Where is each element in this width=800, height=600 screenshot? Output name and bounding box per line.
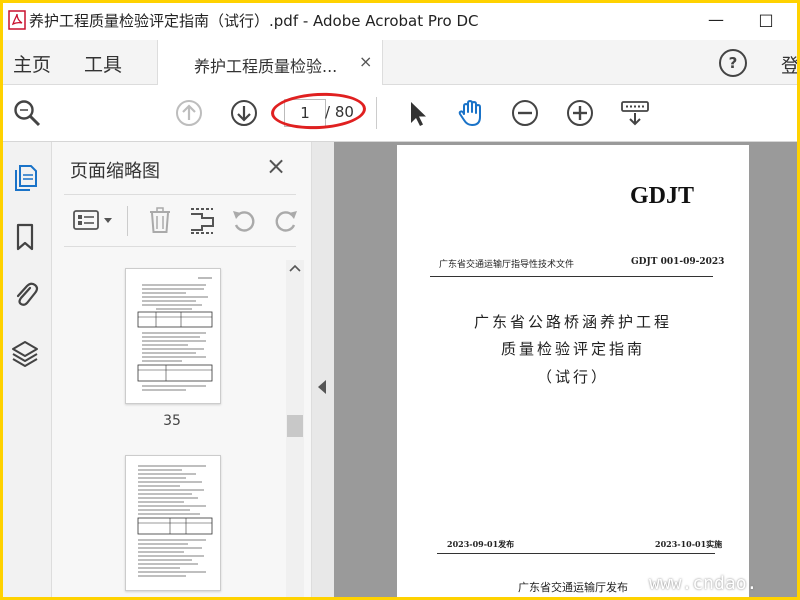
collapse-panel-arrow-icon[interactable] [318, 380, 326, 394]
acrobat-window: 养护工程质量检验评定指南（试行）.pdf - Adobe Acrobat Pro… [3, 3, 797, 597]
next-page-icon[interactable] [228, 97, 260, 129]
thumbnail-content-graphic [137, 465, 213, 577]
header-rule [430, 276, 713, 277]
highlight-annotation-circle [270, 90, 367, 132]
restore-button[interactable]: □ [751, 7, 781, 33]
document-title-line-2: 质量检验评定指南 [500, 340, 645, 358]
tab-bar: 主页 工具 养护工程质量检验... × ? 登 [3, 40, 797, 85]
footer-rule [437, 553, 715, 554]
issue-date: 2023-09-01发布 [447, 539, 515, 549]
zoom-out-icon[interactable] [509, 97, 541, 129]
title-bar: 养护工程质量检验评定指南（试行）.pdf - Adobe Acrobat Pro… [3, 3, 797, 37]
page-thumbnail-35[interactable] [125, 268, 221, 404]
thumbnail-content-graphic [137, 277, 213, 391]
login-button[interactable]: 登 [781, 51, 797, 78]
scrollbar-thumb[interactable] [287, 415, 303, 437]
layers-icon[interactable] [11, 338, 39, 368]
tab-tools[interactable]: 工具 [84, 50, 122, 77]
document-viewer[interactable]: GDJT 广东省交通运输厅指导性技术文件 GDJT 001-09-2023 广东… [312, 142, 797, 597]
document-title-line-3: （试行） [536, 368, 609, 386]
document-code: GDJT [630, 183, 695, 209]
document-tab-label: 养护工程质量检验... [194, 57, 338, 76]
toolbar-divider [376, 97, 377, 129]
effective-date: 2023-10-01实施 [655, 539, 723, 549]
zoom-search-icon[interactable] [11, 97, 43, 129]
pdf-page: GDJT 广东省交通运输厅指导性技术文件 GDJT 001-09-2023 广东… [397, 145, 749, 597]
document-title-line-1: 广东省公路桥涵养护工程 [473, 313, 672, 331]
document-issuer-header: 广东省交通运输厅指导性技术文件 [439, 260, 575, 270]
insert-page-icon[interactable] [188, 206, 216, 234]
acrobat-app-icon [8, 10, 26, 30]
panel-divider [64, 194, 296, 195]
panel-close-button[interactable]: × [266, 152, 286, 180]
document-number: GDJT 001-09-2023 [631, 257, 725, 267]
document-tab-close-button[interactable]: × [359, 52, 372, 71]
panel-collapse-strip[interactable] [312, 142, 334, 597]
minimize-button[interactable]: — [701, 7, 731, 33]
page-thumbnails-panel: 页面缩略图 × 35 [52, 142, 312, 597]
thumbnail-options-menu-icon[interactable] [72, 206, 116, 234]
previous-page-icon[interactable] [173, 97, 205, 129]
scroll-up-arrow-icon[interactable] [286, 260, 304, 276]
panel-title: 页面缩略图 [70, 161, 160, 182]
zoom-in-icon[interactable] [564, 97, 596, 129]
page-thumbnail-36[interactable] [125, 455, 221, 591]
hand-tool-icon[interactable] [455, 97, 487, 129]
help-button[interactable]: ? [719, 49, 747, 77]
main-toolbar: 1 / 80 [3, 85, 797, 142]
bookmark-icon[interactable] [11, 222, 39, 252]
rotate-counterclockwise-icon[interactable] [230, 206, 258, 234]
keyboard-scroll-mode-icon[interactable] [619, 97, 651, 129]
tab-document[interactable]: 养护工程质量检验... × [157, 40, 383, 85]
select-cursor-icon[interactable] [401, 97, 433, 129]
rotate-clockwise-icon[interactable] [272, 206, 300, 234]
tab-home[interactable]: 主页 [13, 50, 51, 77]
site-watermark: www.cndao. [649, 573, 758, 594]
left-navigation-rail [3, 142, 52, 597]
page-thumbnails-icon[interactable] [11, 162, 39, 192]
thumbnail-page-label: 35 [163, 413, 181, 429]
delete-page-icon[interactable] [146, 206, 174, 234]
panel-tool-divider [127, 206, 128, 236]
panel-divider-lower [64, 246, 296, 247]
window-title: 养护工程质量检验评定指南（试行）.pdf - Adobe Acrobat Pro… [29, 12, 479, 30]
attachment-icon[interactable] [11, 279, 39, 309]
